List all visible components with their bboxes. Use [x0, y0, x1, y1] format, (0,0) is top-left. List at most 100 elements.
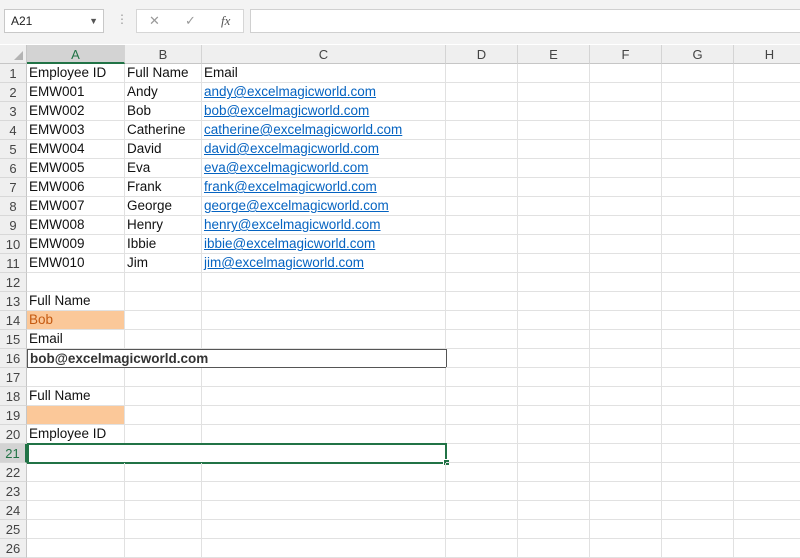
row-header-22[interactable]: 22	[0, 463, 27, 482]
cell-b13[interactable]	[125, 292, 202, 311]
cell-d13[interactable]	[446, 292, 518, 311]
cell-b26[interactable]	[125, 539, 202, 558]
cell-g11[interactable]	[662, 254, 734, 273]
cell-c18[interactable]	[202, 387, 446, 406]
cell-f20[interactable]	[590, 425, 662, 444]
cell-f6[interactable]	[590, 159, 662, 178]
cell-h7[interactable]	[734, 178, 800, 197]
cell-h17[interactable]	[734, 368, 800, 387]
cell-b1[interactable]: Full Name	[125, 64, 202, 83]
cell-a15[interactable]: Email	[27, 330, 125, 349]
column-header-g[interactable]: G	[662, 45, 734, 64]
cell-a19[interactable]	[27, 406, 125, 425]
cell-e13[interactable]	[518, 292, 590, 311]
row-header-19[interactable]: 19	[0, 406, 27, 425]
cell-h16[interactable]	[734, 349, 800, 368]
column-header-e[interactable]: E	[518, 45, 590, 64]
cell-g22[interactable]	[662, 463, 734, 482]
cell-e11[interactable]	[518, 254, 590, 273]
insert-function-icon[interactable]: fx	[221, 13, 230, 29]
cell-c14[interactable]	[202, 311, 446, 330]
cell-b23[interactable]	[125, 482, 202, 501]
cell-g14[interactable]	[662, 311, 734, 330]
cell-h11[interactable]	[734, 254, 800, 273]
cell-f1[interactable]	[590, 64, 662, 83]
cell-c5[interactable]: david@excelmagicworld.com	[202, 140, 446, 159]
cell-f25[interactable]	[590, 520, 662, 539]
cell-b12[interactable]	[125, 273, 202, 292]
cell-h13[interactable]	[734, 292, 800, 311]
cell-b14[interactable]	[125, 311, 202, 330]
cell-a9[interactable]: EMW008	[27, 216, 125, 235]
cell-d21[interactable]	[446, 444, 518, 463]
cell-h18[interactable]	[734, 387, 800, 406]
cell-d17[interactable]	[446, 368, 518, 387]
row-header-25[interactable]: 25	[0, 520, 27, 539]
cell-d24[interactable]	[446, 501, 518, 520]
select-all-corner[interactable]	[0, 45, 27, 64]
cell-g19[interactable]	[662, 406, 734, 425]
cell-h10[interactable]	[734, 235, 800, 254]
cell-c1[interactable]: Email	[202, 64, 446, 83]
cell-e4[interactable]	[518, 121, 590, 140]
column-header-b[interactable]: B	[125, 45, 202, 64]
cell-h2[interactable]	[734, 83, 800, 102]
cell-h6[interactable]	[734, 159, 800, 178]
cell-g26[interactable]	[662, 539, 734, 558]
cell-a7[interactable]: EMW006	[27, 178, 125, 197]
cell-b19[interactable]	[125, 406, 202, 425]
cell-d11[interactable]	[446, 254, 518, 273]
cell-a5[interactable]: EMW004	[27, 140, 125, 159]
cell-h15[interactable]	[734, 330, 800, 349]
cell-h23[interactable]	[734, 482, 800, 501]
cell-f4[interactable]	[590, 121, 662, 140]
cell-h25[interactable]	[734, 520, 800, 539]
cell-g16[interactable]	[662, 349, 734, 368]
cell-g9[interactable]	[662, 216, 734, 235]
cell-f14[interactable]	[590, 311, 662, 330]
chevron-down-icon[interactable]: ▼	[89, 10, 98, 32]
cell-c8[interactable]: george@excelmagicworld.com	[202, 197, 446, 216]
cell-e22[interactable]	[518, 463, 590, 482]
cell-e20[interactable]	[518, 425, 590, 444]
cancel-icon[interactable]: ✕	[149, 13, 160, 29]
cell-f21[interactable]	[590, 444, 662, 463]
row-header-7[interactable]: 7	[0, 178, 27, 197]
cell-h5[interactable]	[734, 140, 800, 159]
cell-e8[interactable]	[518, 197, 590, 216]
cell-a23[interactable]	[27, 482, 125, 501]
cell-a3[interactable]: EMW002	[27, 102, 125, 121]
cell-b24[interactable]	[125, 501, 202, 520]
cell-g18[interactable]	[662, 387, 734, 406]
cell-h22[interactable]	[734, 463, 800, 482]
cell-e14[interactable]	[518, 311, 590, 330]
cell-e10[interactable]	[518, 235, 590, 254]
cell-h3[interactable]	[734, 102, 800, 121]
cell-d26[interactable]	[446, 539, 518, 558]
column-header-c[interactable]: C	[202, 45, 446, 64]
cell-c7[interactable]: frank@excelmagicworld.com	[202, 178, 446, 197]
row-header-17[interactable]: 17	[0, 368, 27, 387]
cell-c12[interactable]	[202, 273, 446, 292]
cell-a26[interactable]	[27, 539, 125, 558]
row-header-23[interactable]: 23	[0, 482, 27, 501]
row-header-13[interactable]: 13	[0, 292, 27, 311]
cell-g25[interactable]	[662, 520, 734, 539]
cell-g5[interactable]	[662, 140, 734, 159]
cell-f16[interactable]	[590, 349, 662, 368]
cell-c6[interactable]: eva@excelmagicworld.com	[202, 159, 446, 178]
cell-g2[interactable]	[662, 83, 734, 102]
cell-f3[interactable]	[590, 102, 662, 121]
cell-e25[interactable]	[518, 520, 590, 539]
cell-c22[interactable]	[202, 463, 446, 482]
cell-c23[interactable]	[202, 482, 446, 501]
cell-g6[interactable]	[662, 159, 734, 178]
cell-a10[interactable]: EMW009	[27, 235, 125, 254]
row-header-20[interactable]: 20	[0, 425, 27, 444]
cell-e12[interactable]	[518, 273, 590, 292]
cell-b9[interactable]: Henry	[125, 216, 202, 235]
row-header-14[interactable]: 14	[0, 311, 27, 330]
cell-a18[interactable]: Full Name	[27, 387, 125, 406]
cell-e17[interactable]	[518, 368, 590, 387]
cell-a14[interactable]: Bob	[27, 311, 125, 330]
